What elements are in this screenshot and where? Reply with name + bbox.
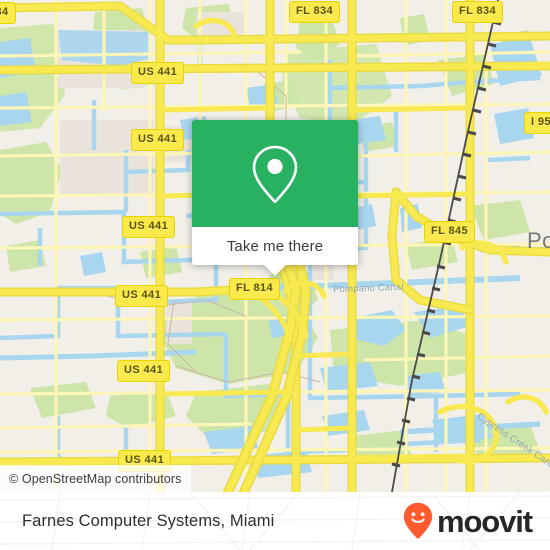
map-canvas[interactable]: .w { fill:none; stroke:#a9d6ef; } .wf { … bbox=[0, 0, 550, 492]
road-shield: FL 834 bbox=[452, 1, 504, 23]
road-shield: US 441 bbox=[117, 360, 171, 382]
moovit-smiley-pin-icon bbox=[403, 502, 433, 540]
road-shield: FL 834 bbox=[289, 1, 341, 23]
take-me-there-button[interactable]: Take me there bbox=[192, 227, 358, 276]
road-shield: US 441 bbox=[131, 62, 185, 84]
road-shield: US 441 bbox=[122, 216, 176, 238]
osm-attribution[interactable]: © OpenStreetMap contributors bbox=[0, 465, 191, 492]
road-shield: FL 814 bbox=[229, 278, 281, 300]
location-popup[interactable]: Take me there bbox=[192, 120, 358, 276]
map-pin-icon bbox=[247, 143, 303, 205]
road-shield: I 95 bbox=[524, 112, 550, 134]
road-shield: FL 845 bbox=[424, 221, 476, 243]
road-shield: US 441 bbox=[115, 285, 169, 307]
footer-bar: Farnes Computer Systems, Miami moovit bbox=[0, 492, 550, 550]
page-title: Farnes Computer Systems, Miami bbox=[22, 511, 275, 530]
road-shield: US 441 bbox=[131, 129, 185, 151]
moovit-logo[interactable]: moovit bbox=[403, 502, 533, 540]
road-shield: 834 bbox=[0, 2, 16, 24]
take-me-there-label: Take me there bbox=[226, 237, 324, 255]
map-screenshot: .w { fill:none; stroke:#a9d6ef; } .wf { … bbox=[0, 0, 550, 550]
osm-attribution-text: © OpenStreetMap contributors bbox=[9, 471, 182, 486]
moovit-wordmark: moovit bbox=[436, 503, 533, 539]
popup-tail bbox=[263, 264, 287, 276]
popup-image-area bbox=[192, 120, 358, 227]
